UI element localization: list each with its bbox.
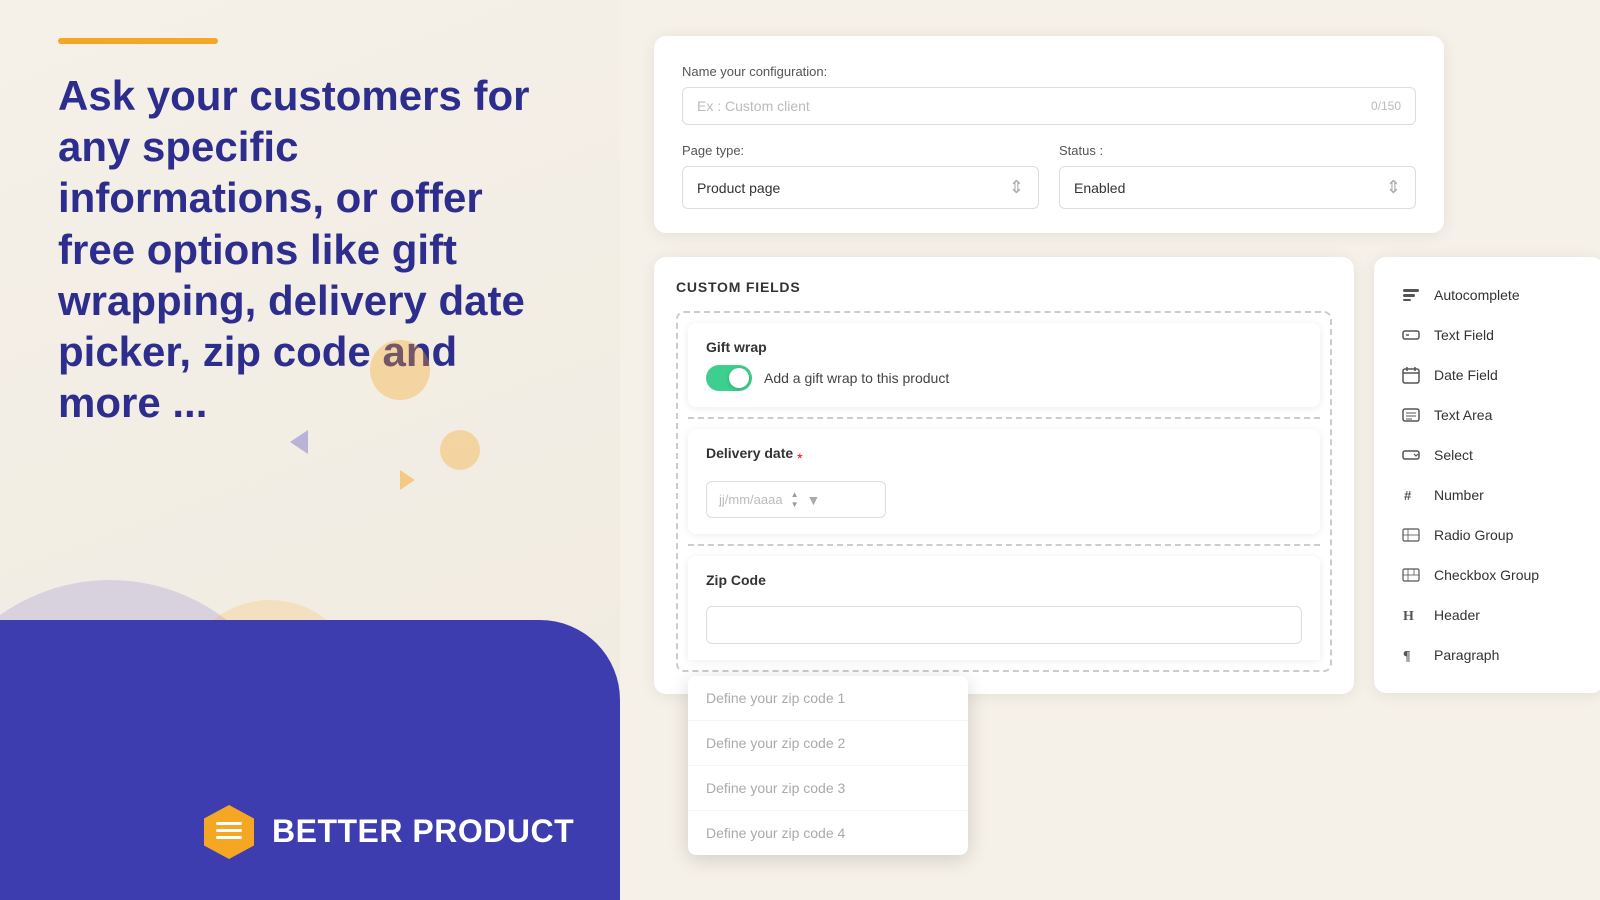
gift-wrap-field: Gift wrap Add a gift wrap to this produc… — [688, 323, 1320, 407]
text-field-icon — [1400, 324, 1422, 346]
field-type-text-field[interactable]: Text Field — [1390, 315, 1588, 355]
page-type-label: Page type: — [682, 143, 1039, 158]
left-section: Ask your customers for any specific info… — [0, 0, 620, 900]
gift-wrap-label: Add a gift wrap to this product — [764, 370, 949, 386]
status-select[interactable]: Enabled ⇕ — [1059, 166, 1416, 209]
circle-decoration-sm2 — [440, 430, 480, 470]
logo-container: BETTER PRODUCT — [200, 802, 574, 860]
autocomplete-icon — [1400, 284, 1422, 306]
orange-bar-decoration — [58, 38, 218, 44]
field-type-date-field[interactable]: Date Field — [1390, 355, 1588, 395]
field-type-number[interactable]: # Number — [1390, 475, 1588, 515]
checkbox-group-icon — [1400, 564, 1422, 586]
delivery-date-title: Delivery date — [706, 445, 793, 461]
field-type-autocomplete[interactable]: Autocomplete — [1390, 275, 1588, 315]
date-field-icon — [1400, 364, 1422, 386]
custom-fields-title: CUSTOM FIELDS — [676, 279, 1332, 295]
date-arrows: ▲ ▼ — [791, 490, 799, 509]
autocomplete-label: Autocomplete — [1434, 287, 1520, 303]
status-select-icon: ⇕ — [1386, 177, 1401, 198]
page-type-value: Product page — [697, 180, 780, 196]
field-type-checkbox-group[interactable]: Checkbox Group — [1390, 555, 1588, 595]
page-type-field: Page type: Product page ⇕ — [682, 143, 1039, 209]
toggle-row: Add a gift wrap to this product — [706, 365, 1302, 391]
gift-wrap-toggle[interactable] — [706, 365, 752, 391]
field-types-panel: Autocomplete Text Field Date Field — [1374, 257, 1600, 693]
field-type-radio-group[interactable]: Radio Group — [1390, 515, 1588, 555]
name-counter: 0/150 — [1371, 99, 1401, 113]
zip-code-dropdown: Define your zip code 1 Define your zip c… — [688, 676, 968, 855]
name-input[interactable]: Ex : Custom client 0/150 — [682, 87, 1416, 125]
radio-group-icon — [1400, 524, 1422, 546]
purple-bottom-section: BETTER PRODUCT — [0, 620, 620, 900]
svg-text:H: H — [1403, 609, 1414, 624]
page-type-select-icon: ⇕ — [1009, 177, 1024, 198]
paragraph-icon: ¶ — [1400, 644, 1422, 666]
text-field-label: Text Field — [1434, 327, 1494, 343]
dashed-separator-1 — [688, 417, 1320, 419]
calendar-icon: ▼ — [807, 492, 821, 508]
triangle-right2-decoration — [400, 470, 415, 490]
page-type-select[interactable]: Product page ⇕ — [682, 166, 1039, 209]
zip-code-field: Zip Code Define your zip code 1 Define y… — [688, 556, 1320, 660]
header-label: Header — [1434, 607, 1480, 623]
delivery-date-input[interactable]: jj/mm/aaaa ▲ ▼ ▼ — [706, 481, 886, 518]
radio-group-label: Radio Group — [1434, 527, 1513, 543]
field-type-paragraph[interactable]: ¶ Paragraph — [1390, 635, 1588, 675]
custom-fields-section: CUSTOM FIELDS Gift wrap Add a gift wrap … — [654, 257, 1600, 694]
config-card: Name your configuration: Ex : Custom cli… — [654, 36, 1444, 233]
text-area-label: Text Area — [1434, 407, 1492, 423]
field-type-text-area[interactable]: Text Area — [1390, 395, 1588, 435]
right-section: Name your configuration: Ex : Custom cli… — [620, 0, 1600, 900]
delivery-title-row: Delivery date * — [706, 445, 1302, 471]
text-area-icon — [1400, 404, 1422, 426]
dashed-separator-2 — [688, 544, 1320, 546]
svg-text:#: # — [1404, 488, 1412, 503]
status-label: Status : — [1059, 143, 1416, 158]
zip-option-2[interactable]: Define your zip code 2 — [688, 721, 968, 766]
number-label: Number — [1434, 487, 1484, 503]
custom-fields-card: CUSTOM FIELDS Gift wrap Add a gift wrap … — [654, 257, 1354, 694]
triangle-left-decoration — [290, 430, 308, 454]
config-row: Page type: Product page ⇕ Status : Enabl… — [682, 143, 1416, 209]
number-icon: # — [1400, 484, 1422, 506]
name-label: Name your configuration: — [682, 64, 1416, 79]
paragraph-label: Paragraph — [1434, 647, 1499, 663]
select-label: Select — [1434, 447, 1473, 463]
delivery-date-field: Delivery date * jj/mm/aaaa ▲ ▼ ▼ — [688, 429, 1320, 534]
circle-decoration-sm — [370, 340, 430, 400]
date-placeholder: jj/mm/aaaa — [719, 492, 783, 507]
svg-text:¶: ¶ — [1403, 649, 1411, 664]
hero-text: Ask your customers for any specific info… — [58, 70, 548, 429]
required-star: * — [797, 450, 802, 466]
zip-code-title: Zip Code — [706, 572, 1302, 588]
date-field-label: Date Field — [1434, 367, 1498, 383]
header-icon: H — [1400, 604, 1422, 626]
logo-hex-icon — [200, 802, 258, 860]
field-type-header[interactable]: H Header — [1390, 595, 1588, 635]
zip-option-3[interactable]: Define your zip code 3 — [688, 766, 968, 811]
field-type-select[interactable]: Select — [1390, 435, 1588, 475]
checkbox-group-label: Checkbox Group — [1434, 567, 1539, 583]
name-placeholder: Ex : Custom client — [697, 98, 810, 114]
zip-code-input[interactable] — [706, 606, 1302, 644]
logo-text: BETTER PRODUCT — [272, 813, 574, 850]
status-field: Status : Enabled ⇕ — [1059, 143, 1416, 209]
zip-option-1[interactable]: Define your zip code 1 — [688, 676, 968, 721]
status-value: Enabled — [1074, 180, 1125, 196]
dashed-drop-area[interactable]: Gift wrap Add a gift wrap to this produc… — [676, 311, 1332, 672]
gift-wrap-title: Gift wrap — [706, 339, 1302, 355]
zip-option-4[interactable]: Define your zip code 4 — [688, 811, 968, 855]
select-icon — [1400, 444, 1422, 466]
